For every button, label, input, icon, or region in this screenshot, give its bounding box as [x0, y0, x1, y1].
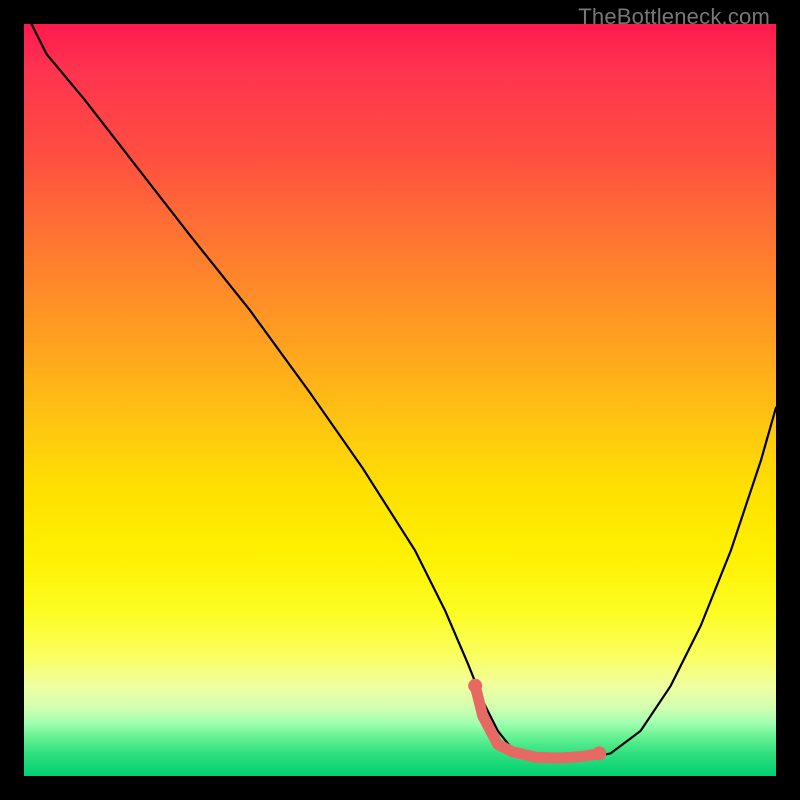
end-dot: [592, 746, 606, 760]
chart-area: [24, 24, 776, 776]
start-dot: [468, 679, 482, 693]
curve-line: [32, 24, 777, 760]
chart-svg: [24, 24, 776, 776]
